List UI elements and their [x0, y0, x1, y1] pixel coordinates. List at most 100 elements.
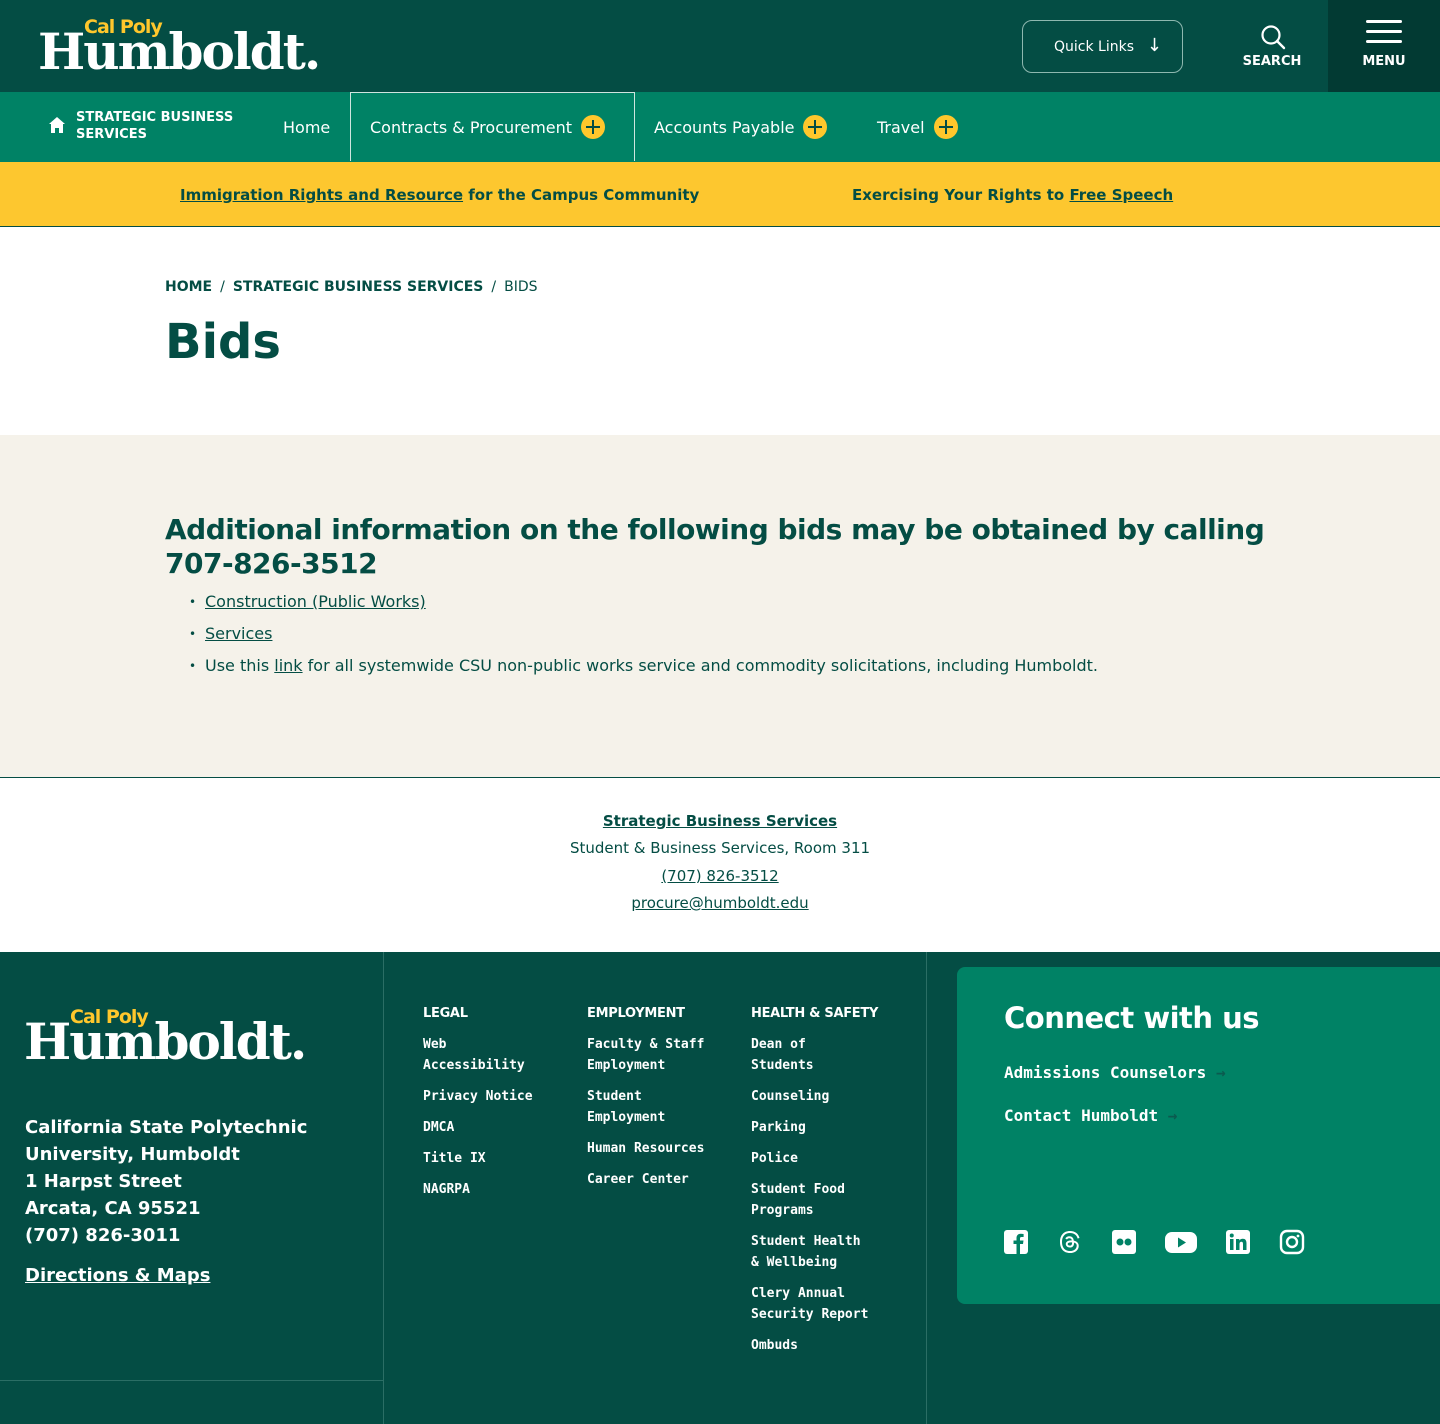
hamburger-icon	[1366, 20, 1402, 50]
facebook-icon[interactable]	[1003, 1229, 1029, 1255]
logo-humboldt: Humboldt.	[38, 22, 321, 81]
footer-logo[interactable]: Cal Poly Humboldt.	[24, 1004, 307, 1070]
breadcrumb-separator: /	[491, 279, 497, 295]
footer-link[interactable]: Student Food Programs	[751, 1179, 861, 1221]
footer-legal-column: LEGAL Web Accessibility Privacy Notice D…	[423, 1006, 573, 1210]
address-phone[interactable]: (707) 826-3011	[25, 1222, 307, 1249]
csu-solicitations-link[interactable]: link	[274, 656, 302, 675]
alert-bar: Immigration Rights and Resource for the …	[0, 162, 1440, 227]
connect-link-label: Admissions Counselors	[1004, 1063, 1207, 1082]
menu-button[interactable]: MENU	[1328, 0, 1440, 92]
department-phone-link[interactable]: (707) 826-3512	[661, 867, 778, 885]
footer-link[interactable]: Counseling	[751, 1086, 901, 1107]
menu-label: MENU	[1362, 54, 1406, 69]
plus-icon[interactable]	[933, 115, 958, 139]
quick-links-label: Quick Links	[1054, 38, 1135, 55]
site-logo[interactable]: Cal Poly Humboldt.	[38, 16, 321, 80]
main-content: Additional information on the following …	[0, 435, 1440, 778]
admissions-counselors-link[interactable]: Admissions Counselors →	[1004, 1063, 1226, 1082]
footer-link[interactable]: Clery Annual Security Report	[751, 1283, 886, 1325]
breadcrumb-home[interactable]: HOME	[165, 279, 212, 295]
plus-icon[interactable]	[581, 115, 606, 139]
connect-heading: Connect with us	[1004, 1001, 1260, 1035]
footer-link[interactable]: Career Center	[587, 1169, 737, 1190]
alert-text: for the Campus Community	[463, 186, 700, 204]
free-speech-link[interactable]: Free Speech	[1069, 186, 1173, 204]
nav-item-accounts-payable[interactable]: Accounts Payable	[654, 92, 828, 162]
footer-link[interactable]: DMCA	[423, 1117, 573, 1138]
nav-item-label: Accounts Payable	[654, 117, 795, 137]
footer-link[interactable]: Parking	[751, 1117, 901, 1138]
footer-link[interactable]: NAGRPA	[423, 1179, 573, 1200]
address-line: California State Polytechnic	[25, 1117, 308, 1138]
footer-column-heading: EMPLOYMENT	[587, 1006, 685, 1021]
footer-link[interactable]: Title IX	[423, 1148, 573, 1169]
footer-link[interactable]: Student Employment	[587, 1086, 687, 1128]
footer-address: California State Polytechnic University,…	[25, 1114, 307, 1249]
contact-humboldt-link[interactable]: Contact Humboldt →	[1004, 1106, 1177, 1125]
bid-list: Construction (Public Works) Services Use…	[189, 592, 1098, 688]
home-icon	[49, 117, 65, 133]
nav-section-title[interactable]: STRATEGIC BUSINESS SERVICES	[76, 109, 246, 143]
list-text: Use this	[205, 656, 275, 675]
linkedin-icon[interactable]	[1225, 1229, 1251, 1255]
address-line: 1 Harpst Street	[25, 1171, 182, 1192]
nav-item-label: Travel	[877, 117, 925, 137]
threads-icon[interactable]	[1057, 1229, 1083, 1255]
top-bar: Cal Poly Humboldt. Quick Links ↓ SEARCH …	[0, 0, 1440, 92]
flickr-icon[interactable]	[1111, 1229, 1137, 1255]
immigration-link[interactable]: Immigration Rights and Resource	[180, 186, 463, 204]
directions-link[interactable]: Directions & Maps	[25, 1265, 210, 1286]
quick-links-button[interactable]: Quick Links ↓	[1022, 20, 1183, 73]
breadcrumb-current: BIDS	[504, 279, 538, 295]
plus-icon[interactable]	[803, 115, 828, 139]
alert-immigration: Immigration Rights and Resource for the …	[180, 186, 699, 204]
breadcrumb-separator: /	[220, 279, 225, 295]
footer-link[interactable]: Dean of Students	[751, 1034, 831, 1076]
connect-link-label: Contact Humboldt	[1004, 1106, 1159, 1125]
construction-link[interactable]: Construction (Public Works)	[205, 592, 426, 611]
department-link[interactable]: Strategic Business Services	[603, 812, 837, 830]
social-links	[1003, 1229, 1333, 1255]
youtube-icon[interactable]	[1165, 1229, 1197, 1255]
alert-text: Exercising Your Rights to	[852, 186, 1070, 204]
footer-link[interactable]: Web Accessibility	[423, 1034, 553, 1076]
nav-item-label: Home	[283, 117, 331, 137]
footer-column-heading: HEALTH & SAFETY	[751, 1006, 879, 1021]
nav-item-home[interactable]: Home	[283, 92, 330, 162]
footer-address-column: Cal Poly Humboldt. California State Poly…	[0, 952, 384, 1424]
services-link[interactable]: Services	[205, 624, 272, 643]
nav-item-label: Contracts & Procurement	[370, 117, 573, 137]
search-icon	[1261, 25, 1286, 50]
nav-item-travel[interactable]: Travel	[877, 92, 958, 162]
list-item: Use this link for all systemwide CSU non…	[189, 656, 1098, 688]
arrow-right-icon: →	[1215, 1063, 1226, 1082]
department-email-link[interactable]: procure@humboldt.edu	[631, 894, 808, 912]
connect-panel: Connect with us Admissions Counselors → …	[957, 967, 1440, 1304]
footer-link[interactable]: Ombuds	[751, 1335, 901, 1356]
footer-column-heading: LEGAL	[423, 1006, 468, 1021]
arrow-right-icon: →	[1167, 1106, 1178, 1125]
list-item: Services	[189, 624, 1098, 656]
instagram-icon[interactable]	[1279, 1229, 1305, 1255]
search-button[interactable]: SEARCH	[1232, 22, 1312, 72]
breadcrumb: HOME / STRATEGIC BUSINESS SERVICES / BID…	[165, 279, 538, 295]
content-heading: Additional information on the following …	[165, 513, 1265, 580]
list-text: for all systemwide CSU non-public works …	[302, 656, 1098, 675]
footer-health-column: HEALTH & SAFETY Dean of Students Counsel…	[751, 1006, 901, 1366]
department-contact: Strategic Business Services Student & Bu…	[0, 778, 1440, 952]
address-line: Arcata, CA 95521	[25, 1198, 201, 1219]
nav-item-contracts[interactable]: Contracts & Procurement	[350, 92, 635, 161]
divider	[0, 1380, 384, 1381]
search-label: SEARCH	[1242, 54, 1302, 69]
breadcrumb-section[interactable]: STRATEGIC BUSINESS SERVICES	[233, 279, 484, 295]
footer-link[interactable]: Privacy Notice	[423, 1086, 573, 1107]
footer-link[interactable]: Student Health & Wellbeing	[751, 1231, 876, 1273]
alert-free-speech: Exercising Your Rights to Free Speech	[852, 186, 1173, 204]
department-location: Student & Business Services, Room 311	[569, 839, 871, 857]
footer-link[interactable]: Police	[751, 1148, 901, 1169]
footer-link[interactable]: Faculty & Staff Employment	[587, 1034, 722, 1076]
arrow-down-icon: ↓	[1146, 35, 1162, 56]
footer-link[interactable]: Human Resources	[587, 1138, 737, 1159]
address-line: University, Humboldt	[25, 1144, 240, 1165]
